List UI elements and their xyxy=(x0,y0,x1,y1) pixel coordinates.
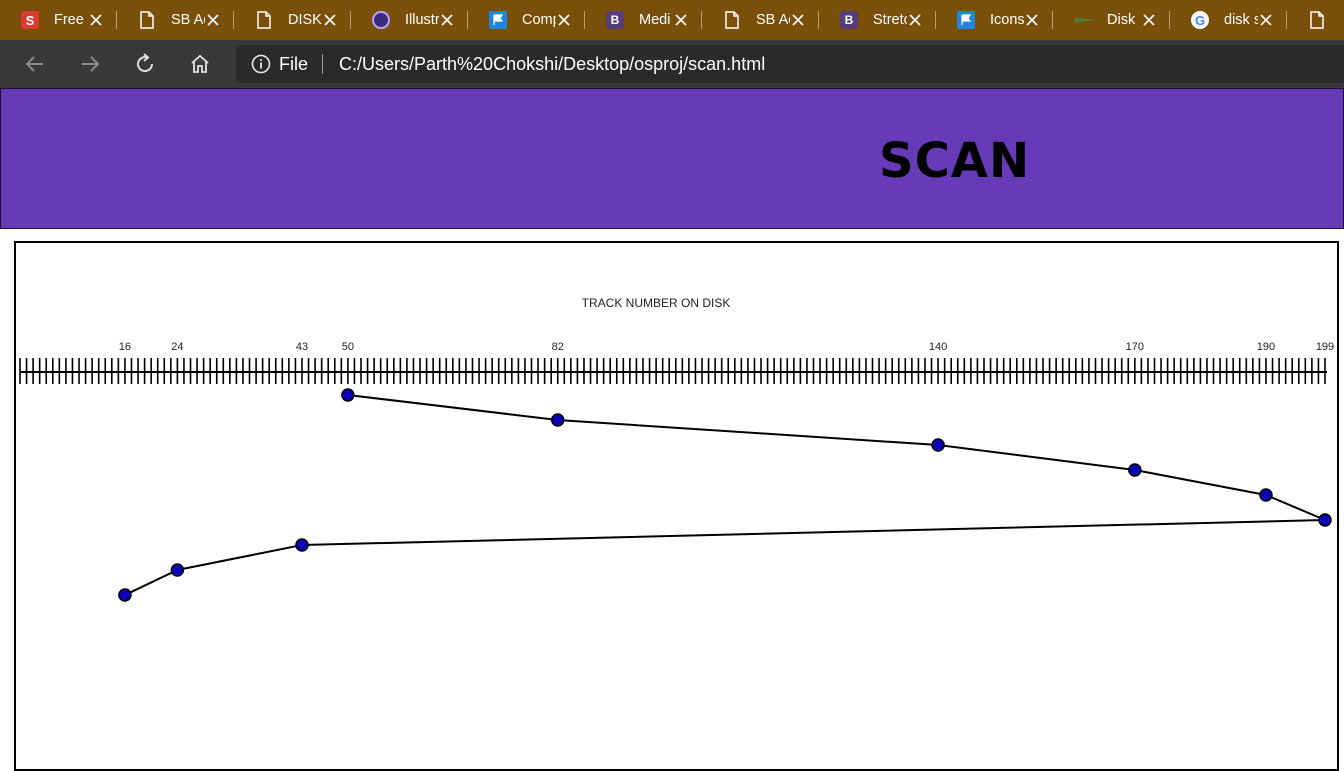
close-tab-icon[interactable] xyxy=(555,11,573,29)
forward-arrow-icon xyxy=(82,56,100,72)
tab-title: Medi xyxy=(639,12,671,28)
browser-tab[interactable] xyxy=(1287,0,1344,40)
browser-tab[interactable]: B Stretc xyxy=(819,0,936,40)
browser-tab[interactable]: ac Disk xyxy=(1053,0,1170,40)
browser-tab[interactable]: Illustr xyxy=(351,0,468,40)
tick-label: 190 xyxy=(1257,341,1275,353)
flag-icon xyxy=(957,11,975,29)
tick-label: 16 xyxy=(119,341,131,353)
browser-tab[interactable]: Gdisk s xyxy=(1170,0,1287,40)
close-tab-icon[interactable] xyxy=(321,11,339,29)
back-button[interactable] xyxy=(21,50,49,78)
address-separator xyxy=(322,54,324,74)
page-header-banner: SCAN xyxy=(0,88,1344,229)
home-button[interactable] xyxy=(186,50,214,78)
tab-title: disk s xyxy=(1224,12,1258,28)
close-tab-icon[interactable] xyxy=(789,11,807,29)
strike-icon: ac xyxy=(1074,11,1092,29)
browser-tab[interactable]: B Medi xyxy=(585,0,702,40)
url-scheme-label: File xyxy=(279,53,309,74)
close-tab-icon[interactable] xyxy=(438,11,456,29)
data-point xyxy=(295,538,309,552)
tab-title: Illustr xyxy=(405,12,439,28)
browser-tab[interactable]: DISK xyxy=(234,0,351,40)
close-tab-icon[interactable] xyxy=(87,11,105,29)
data-point xyxy=(931,438,945,452)
browser-tab[interactable]: Comp xyxy=(468,0,585,40)
browser-tab[interactable]: SB Ac xyxy=(702,0,819,40)
data-point xyxy=(550,413,565,427)
chart-container: TRACK NUMBER ON DISK 16 24 43 50 82 140 170 190 1… xyxy=(14,241,1339,771)
browser-tab[interactable]: S Free I xyxy=(0,0,117,40)
tab-title: Free I xyxy=(54,12,88,28)
browser-tab[interactable]: SB Ac xyxy=(117,0,234,40)
tick-label: 82 xyxy=(552,341,564,353)
tab-title: Comp xyxy=(522,12,556,28)
page-icon xyxy=(723,11,741,29)
tab-title: SB Ac xyxy=(756,12,790,28)
google-icon: G xyxy=(1191,11,1209,29)
data-point xyxy=(1128,463,1142,477)
disk-scan-chart: TRACK NUMBER ON DISK 16 24 43 50 82 140 170 190 1… xyxy=(19,296,1334,602)
close-tab-icon[interactable] xyxy=(906,11,924,29)
back-arrow-icon xyxy=(25,56,43,72)
tick-label: 170 xyxy=(1126,341,1144,353)
bootstrap-icon: B xyxy=(840,11,858,29)
tick-label: 24 xyxy=(171,341,183,353)
data-point xyxy=(1259,488,1273,502)
close-tab-icon[interactable] xyxy=(204,11,222,29)
tab-strip: S Free I SB Ac DISK Illustr Comp B Medi SB Ac B St… xyxy=(0,0,1344,40)
tab-title: Stretc xyxy=(873,12,907,28)
bootstrap-icon: B xyxy=(606,11,624,29)
home-icon xyxy=(191,54,209,73)
forward-button[interactable] xyxy=(76,50,104,78)
data-point xyxy=(170,563,185,577)
tab-title: Disk xyxy=(1107,12,1136,28)
data-point xyxy=(341,388,355,402)
page-title: SCAN xyxy=(879,133,1031,189)
tick-label: 50 xyxy=(342,341,354,353)
address-bar[interactable]: File C:/Users/Parth%20Chokshi/Desktop/os… xyxy=(236,45,1344,83)
chart-title: TRACK NUMBER ON DISK xyxy=(582,296,731,310)
page-icon xyxy=(138,11,156,29)
flag-icon xyxy=(489,11,507,29)
data-point xyxy=(1318,513,1332,527)
browser-tab[interactable]: Icons xyxy=(936,0,1053,40)
close-tab-icon[interactable] xyxy=(1023,11,1041,29)
reload-icon xyxy=(137,53,154,73)
tab-title: SB Ac xyxy=(171,12,205,28)
browser-toolbar: File C:/Users/Parth%20Chokshi/Desktop/os… xyxy=(0,40,1344,88)
series-line xyxy=(124,394,1326,596)
s-logo-icon: S xyxy=(21,11,39,29)
url-text[interactable]: C:/Users/Parth%20Chokshi/Desktop/osproj/… xyxy=(339,54,765,75)
tick-label: 43 xyxy=(296,341,308,353)
tab-title: Icons xyxy=(990,12,1024,28)
close-tab-icon[interactable] xyxy=(1140,11,1158,29)
close-tab-icon[interactable] xyxy=(1257,11,1275,29)
page-icon xyxy=(1308,11,1326,29)
tab-title: DISK xyxy=(288,12,322,28)
page-icon xyxy=(255,11,273,29)
data-point xyxy=(118,588,132,602)
info-icon[interactable] xyxy=(251,54,271,74)
reload-button[interactable] xyxy=(131,50,159,78)
tick-label: 199 xyxy=(1316,341,1334,353)
close-tab-icon[interactable] xyxy=(672,11,690,29)
circle-logo-icon xyxy=(372,11,390,29)
tick-label: 140 xyxy=(929,341,947,353)
